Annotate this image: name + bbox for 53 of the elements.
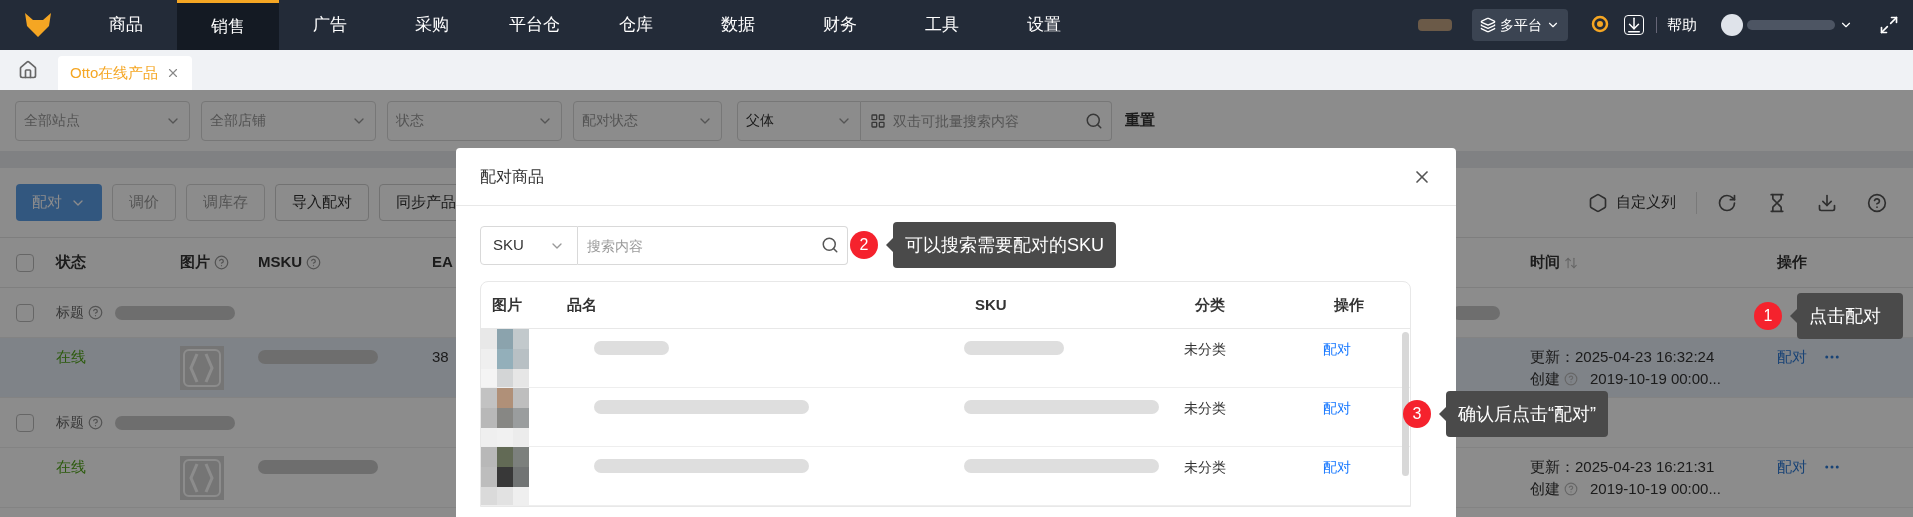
column-header: 图片: [492, 294, 522, 315]
tooltip: 可以搜索需要配对的SKU: [886, 222, 1116, 268]
title-label: 标题: [56, 413, 84, 432]
search-type-select[interactable]: 父体: [737, 100, 861, 141]
column-header: EA: [432, 252, 453, 273]
nav-item[interactable]: 设置: [993, 0, 1095, 50]
custom-columns-button[interactable]: 自定义列: [1616, 191, 1676, 214]
status-text: 在线: [56, 347, 86, 367]
nav-item[interactable]: 商品: [75, 0, 177, 50]
category-text: 未分类: [1184, 399, 1226, 418]
platform-dropdown[interactable]: 多平台: [1472, 9, 1568, 41]
pair-link[interactable]: 配对: [1323, 388, 1351, 419]
search-field[interactable]: 搜索内容: [578, 226, 848, 265]
column-header: 时间: [1530, 252, 1560, 273]
reset-button[interactable]: 重置: [1125, 109, 1155, 132]
pair-link[interactable]: 配对: [1323, 447, 1351, 478]
nav-item[interactable]: 广告: [279, 0, 381, 50]
created-time: 2019-10-19 00:00...: [1590, 369, 1721, 389]
nav-item[interactable]: 数据: [687, 0, 789, 50]
created-label: 创建: [1530, 479, 1560, 499]
nav-item[interactable]: 财务: [789, 0, 891, 50]
pair-link[interactable]: 配对: [1323, 329, 1351, 360]
toolbar-button[interactable]: 导入配对: [275, 184, 369, 221]
nav-item[interactable]: 工具: [891, 0, 993, 50]
tooltip: 点击配对: [1790, 293, 1903, 339]
column-header: 品名: [567, 294, 597, 315]
step-number-badge: 1: [1754, 302, 1782, 330]
pair-link[interactable]: 配对: [1777, 346, 1807, 369]
nav-item[interactable]: 平台仓: [483, 0, 585, 50]
column-header: 状态: [56, 252, 86, 273]
nav-item[interactable]: 仓库: [585, 0, 687, 50]
title-label: 标题: [56, 303, 84, 322]
column-header: SKU: [975, 294, 1007, 315]
column-header: 分类: [1195, 294, 1225, 315]
nav-item[interactable]: 销售: [177, 0, 279, 50]
created-time: 2019-10-19 00:00...: [1590, 479, 1721, 499]
help-link[interactable]: 帮助: [1667, 13, 1697, 37]
table-cell: 38: [432, 348, 449, 365]
created-label: 创建: [1530, 369, 1560, 389]
dialog-title: 配对商品: [480, 166, 544, 187]
pair-link[interactable]: 配对: [1777, 456, 1807, 479]
category-text: 未分类: [1184, 458, 1226, 477]
column-header: 操作: [1334, 294, 1364, 315]
column-header: 图片: [180, 252, 210, 273]
status-text: 在线: [56, 457, 86, 477]
column-header: MSKU: [258, 252, 303, 273]
nav-item[interactable]: 采购: [381, 0, 483, 50]
search-type-select[interactable]: SKU: [480, 226, 578, 265]
column-header: 操作: [1777, 252, 1807, 273]
updated-time: 更新：2025-04-23 16:21:31: [1530, 457, 1715, 477]
category-text: 未分类: [1184, 340, 1226, 359]
updated-time: 更新：2025-04-23 16:32:24: [1530, 347, 1715, 367]
tooltip: 确认后点击“配对”: [1439, 391, 1608, 437]
